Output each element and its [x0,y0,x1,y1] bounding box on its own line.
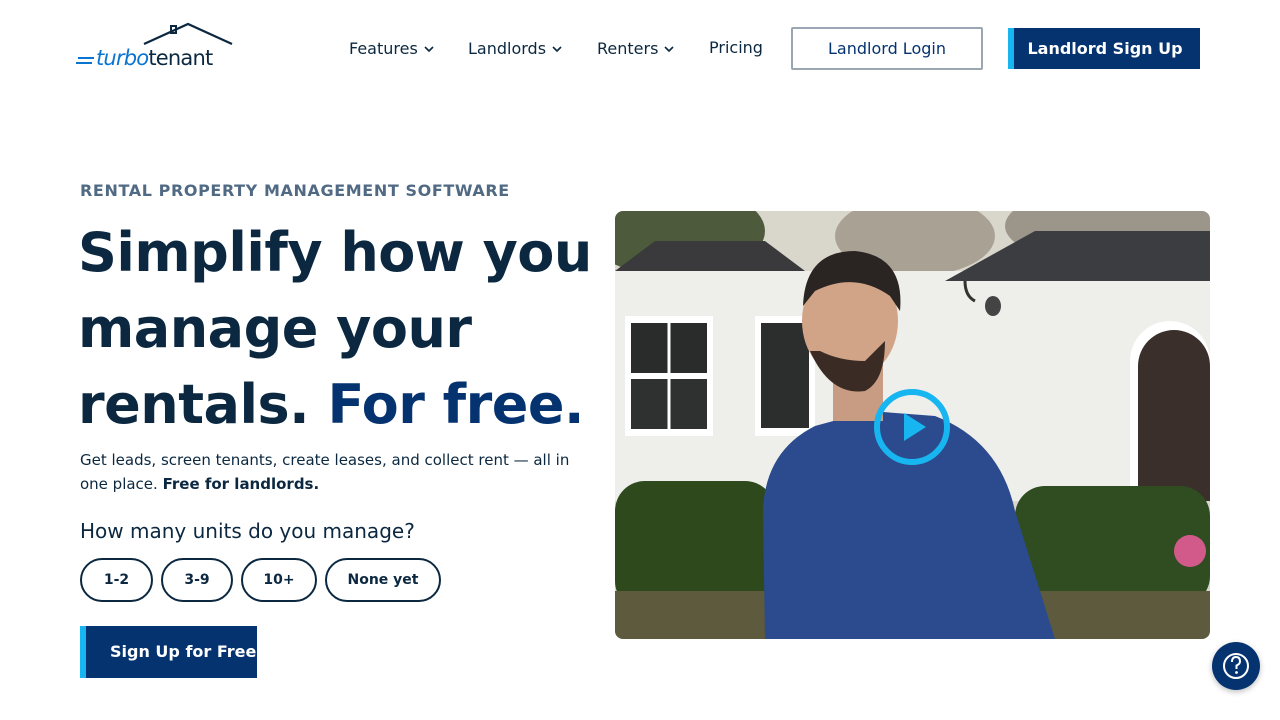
help-button[interactable] [1212,642,1260,690]
headline-accent: For free. [327,373,585,436]
units-option-1-2[interactable]: 1-2 [80,558,153,602]
signup-free-button[interactable]: Sign Up for Free [80,626,257,678]
nav-renters[interactable]: Renters [597,36,674,60]
turbotenant-logo[interactable]: turbotenant [76,20,236,72]
chevron-down-icon [424,36,434,60]
units-option-none-yet[interactable]: None yet [325,558,441,602]
subtext-main: Get leads, screen tenants, create leases… [80,451,570,493]
hero-subtext: Get leads, screen tenants, create leases… [80,448,570,496]
chevron-down-icon [552,36,562,60]
landlord-login-button[interactable]: Landlord Login [791,27,983,70]
nav-pricing[interactable]: Pricing [709,36,763,60]
hero-headline: Simplify how you manage your rentals. Fo… [78,215,598,443]
nav-renters-label: Renters [597,39,659,58]
units-question: How many units do you manage? [80,519,415,543]
logo-text-tenant: tenant [148,46,213,70]
nav-landlords-label: Landlords [468,39,547,58]
chevron-down-icon [664,36,674,60]
units-option-3-9[interactable]: 3-9 [161,558,233,602]
nav-features[interactable]: Features [349,36,434,60]
nav-landlords[interactable]: Landlords [468,36,562,60]
hero-video[interactable] [615,211,1210,639]
nav-pricing-label: Pricing [709,38,763,57]
subtext-bold: Free for landlords. [162,475,320,493]
landlord-signup-button[interactable]: Landlord Sign Up [1008,28,1200,69]
play-icon[interactable] [872,387,952,467]
units-option-10-plus[interactable]: 10+ [241,558,317,602]
logo-text-turbo: turbo [96,46,149,70]
hero-eyebrow: RENTAL PROPERTY MANAGEMENT SOFTWARE [80,181,510,200]
question-icon [1223,653,1249,679]
nav-features-label: Features [349,39,418,58]
